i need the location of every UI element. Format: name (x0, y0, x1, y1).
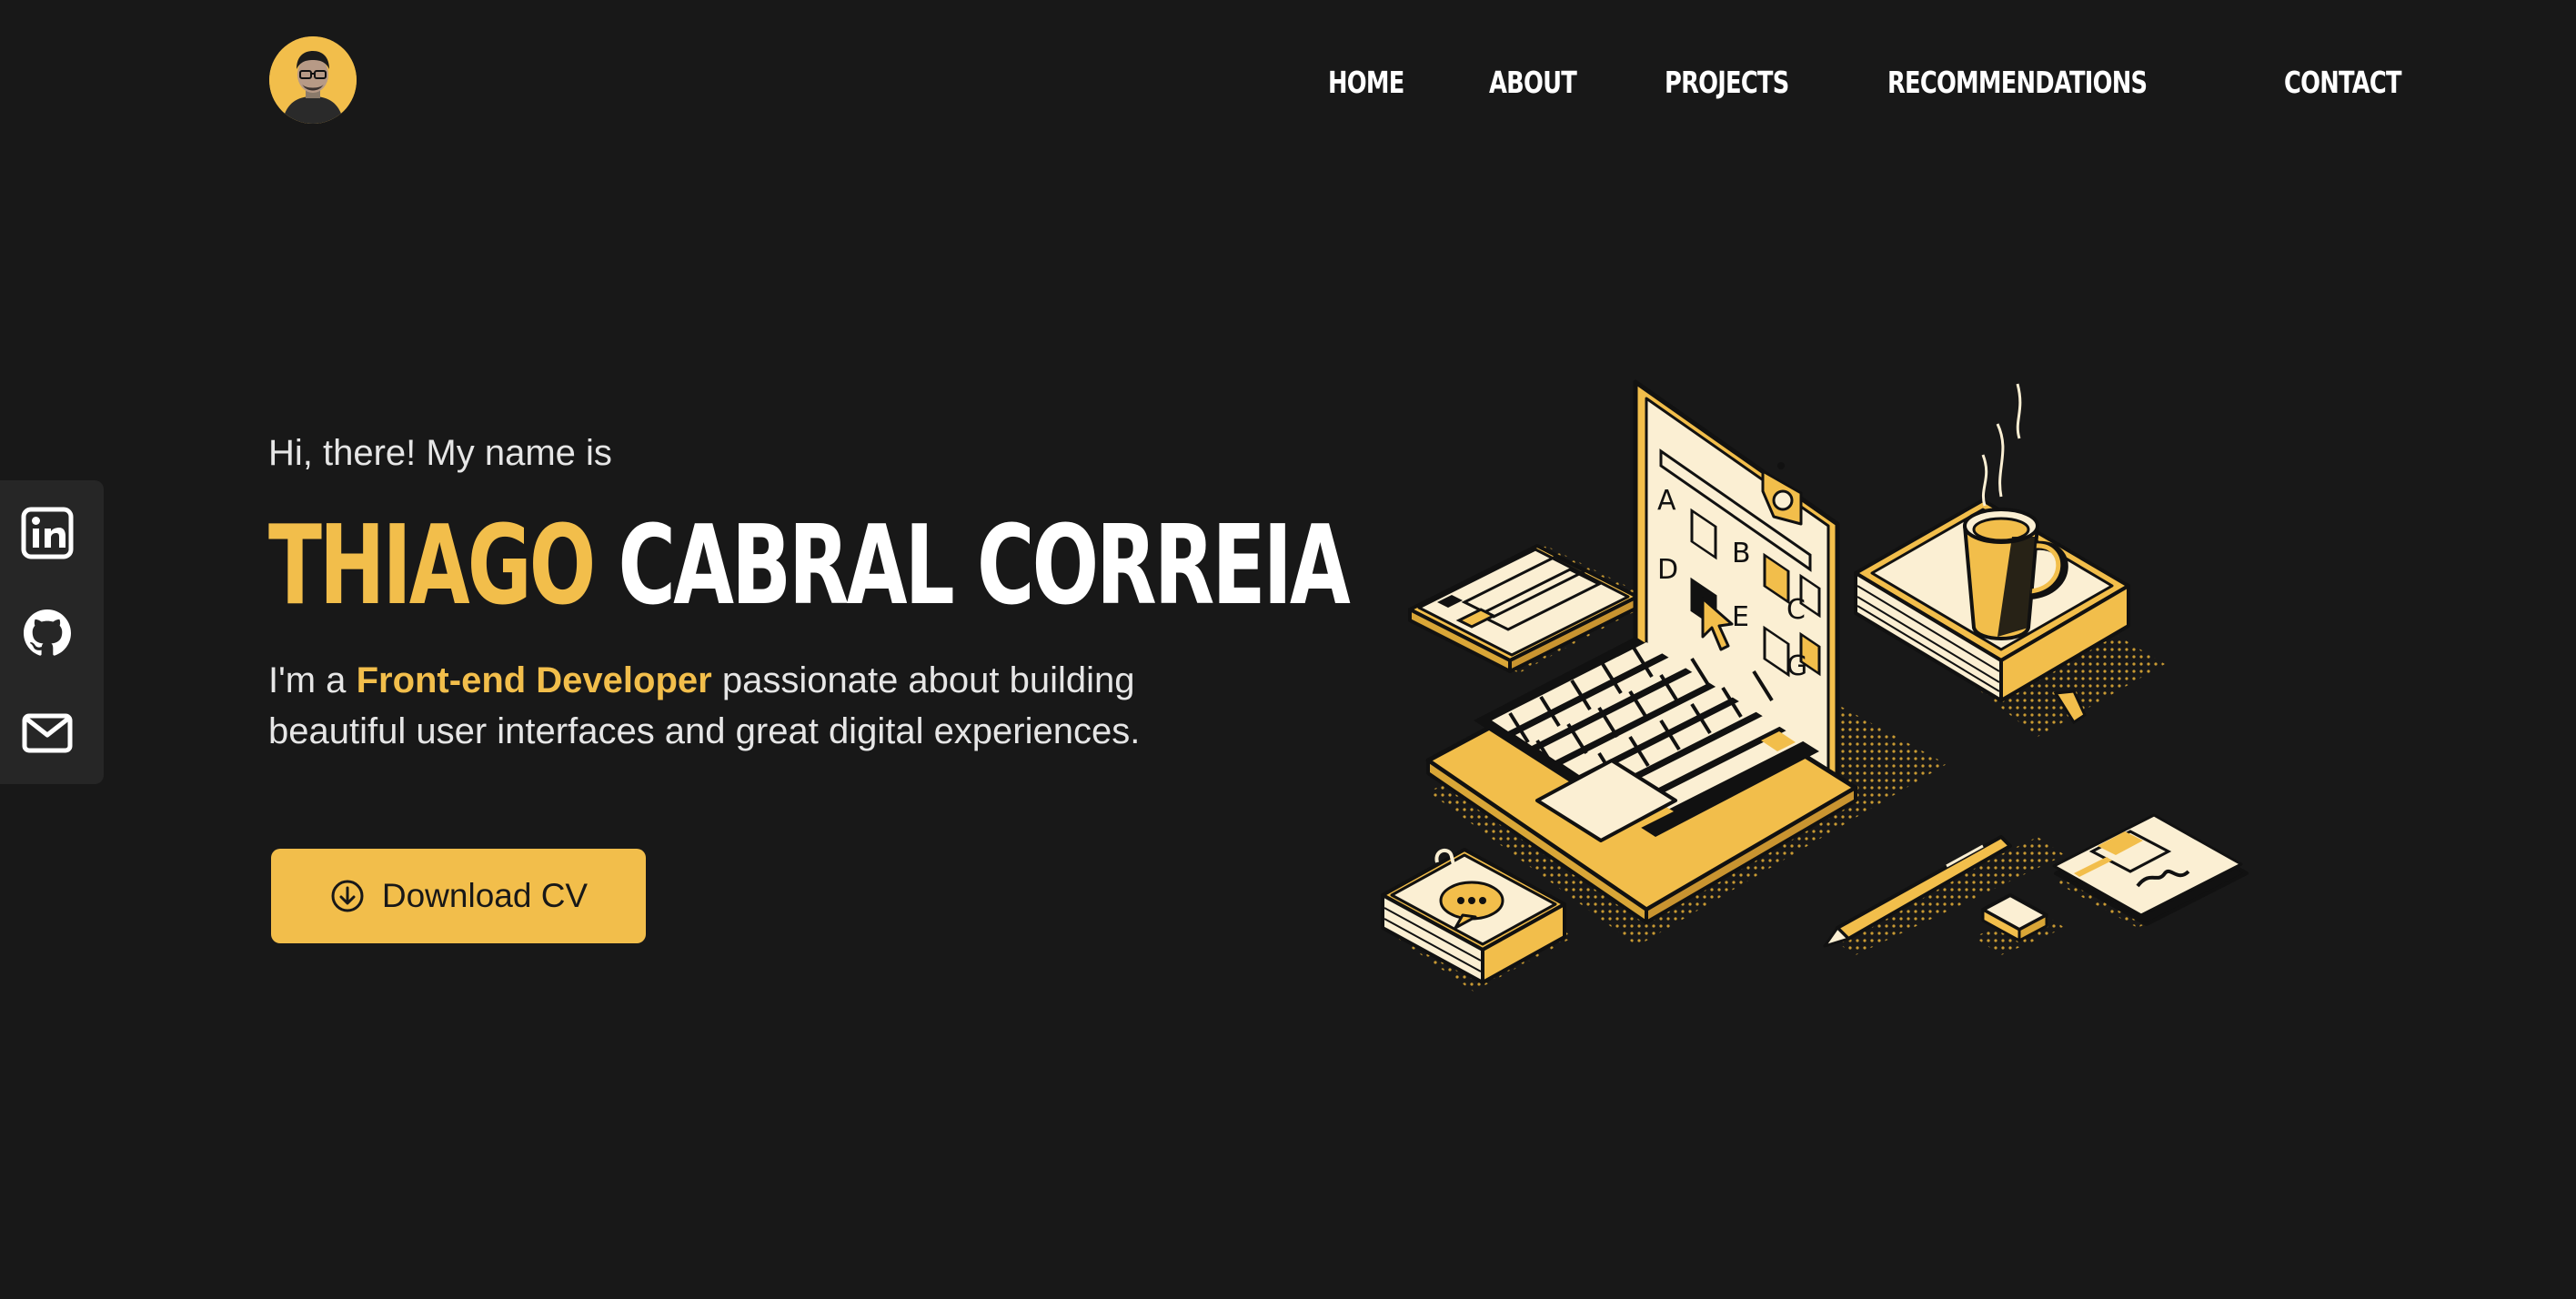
hero-tagline: I'm a Front-end Developer passionate abo… (268, 655, 1269, 757)
linkedin-icon[interactable] (20, 506, 75, 560)
main-nav: HOME ABOUT PROJECTS RECOMMENDATIONS CONT… (1328, 56, 2425, 107)
mail-icon[interactable] (20, 706, 75, 760)
download-cv-button[interactable]: Download CV (271, 849, 646, 943)
screen-letter-g: G (1786, 650, 1807, 682)
nav-projects-link[interactable]: PROJECTS (1665, 65, 1789, 100)
screen-letter-a: A (1657, 485, 1676, 517)
avatar[interactable] (269, 36, 357, 124)
download-circle-icon (331, 880, 364, 912)
name-first: THIAGO (268, 503, 596, 629)
social-sidebar (0, 480, 104, 784)
hero-name: THIAGO CABRAL CORREIA (268, 508, 1351, 626)
tagline-prefix: I'm a (268, 660, 347, 700)
document-illustration (2052, 813, 2249, 926)
profile-photo-icon (269, 36, 357, 124)
screen-letter-b: B (1732, 538, 1751, 569)
screen-letter-d: D (1657, 554, 1678, 586)
tablet-illustration (1408, 544, 1639, 673)
greeting-text: Hi, there! My name is (268, 433, 612, 473)
nav-recommendations-link[interactable]: RECOMMENDATIONS (1887, 65, 2148, 100)
workspace-illustration: A B C D E G (1381, 379, 2249, 992)
nav-about-link[interactable]: ABOUT (1489, 65, 1577, 100)
nav-contact-link[interactable]: CONTACT (2284, 65, 2402, 100)
screen-letter-c: C (1786, 594, 1806, 626)
name-rest: CABRAL CORREIA (618, 503, 1351, 629)
screen-letter-e: E (1732, 601, 1749, 633)
download-cv-label: Download CV (381, 877, 589, 914)
nav-home-link[interactable]: HOME (1328, 65, 1404, 100)
github-icon[interactable] (20, 606, 75, 660)
tagline-highlight: Front-end Developer (356, 660, 712, 700)
